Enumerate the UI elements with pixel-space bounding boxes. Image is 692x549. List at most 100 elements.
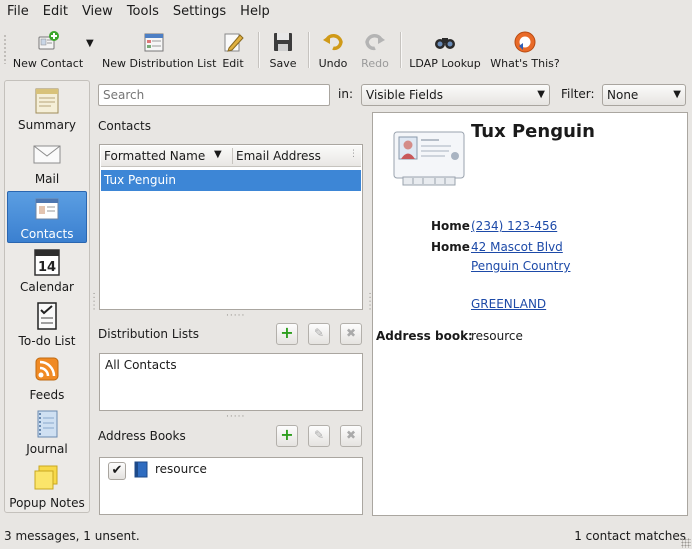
addressbook-label: Address book: <box>376 329 473 343</box>
status-bar: 3 messages, 1 unsent. 1 contact matches <box>0 522 692 549</box>
menu-edit[interactable]: Edit <box>36 0 75 24</box>
summary-icon <box>35 88 59 114</box>
new-contact-dropdown[interactable]: ▼ <box>84 26 98 72</box>
sidebar-item-label: Journal <box>26 442 68 456</box>
sidebar-item-label: Contacts <box>20 227 74 241</box>
address-book-checkbox[interactable]: ✔ <box>108 462 126 480</box>
calendar-icon: 14 <box>34 249 60 276</box>
sidebar-item-calendar[interactable]: 14 Calendar <box>7 245 87 297</box>
addressbook-value: resource <box>471 329 523 343</box>
whats-this-button[interactable]: What's This? <box>490 26 560 72</box>
chevron-down-icon: ▼ <box>86 38 94 49</box>
resize-grip[interactable] <box>681 538 691 548</box>
menu-settings[interactable]: Settings <box>166 0 233 24</box>
toolbar-grip[interactable] <box>4 34 6 64</box>
ldap-lookup-button[interactable]: LDAP Lookup <box>408 26 482 72</box>
new-contact-label: New Contact <box>12 57 84 70</box>
save-button[interactable]: Save <box>266 26 300 72</box>
column-resize-grip[interactable]: ⋮ <box>349 149 358 159</box>
filter-select[interactable]: None ▼ <box>602 84 686 106</box>
journal-icon <box>37 410 58 438</box>
address-book-name: resource <box>155 462 207 476</box>
edit-icon <box>224 33 244 52</box>
search-field-value: Visible Fields <box>366 88 443 102</box>
search-input[interactable] <box>98 84 330 106</box>
menu-help[interactable]: Help <box>233 0 277 24</box>
ldap-lookup-label: LDAP Lookup <box>409 57 481 70</box>
redo-icon <box>365 34 385 51</box>
delete-icon: ✖ <box>345 428 357 442</box>
splitter-handle[interactable]: ····· <box>226 412 245 422</box>
column-separator[interactable] <box>232 148 233 164</box>
toolbar-separator <box>308 32 310 68</box>
edit-distribution-list-button[interactable]: ✎ <box>308 323 330 345</box>
address-line-1[interactable]: 42 Mascot Blvd <box>471 240 563 254</box>
delete-address-book-button[interactable]: ✖ <box>340 425 362 447</box>
sidebar-item-journal[interactable]: Journal <box>7 407 87 459</box>
sidebar-item-popup-notes[interactable]: Popup Notes <box>7 461 87 512</box>
edit-address-book-button[interactable]: ✎ <box>308 425 330 447</box>
phone-label: Home <box>431 219 470 233</box>
new-contact-icon <box>38 31 59 50</box>
new-contact-button[interactable]: New Contact <box>12 26 84 72</box>
contact-card-icon <box>393 131 465 186</box>
splitter-handle[interactable]: ····· <box>226 311 245 321</box>
calendar-day-number: 14 <box>38 260 56 275</box>
table-row[interactable]: Tux Penguin <box>101 170 361 191</box>
undo-icon <box>323 34 343 51</box>
feeds-icon <box>35 357 59 381</box>
list-item[interactable]: All Contacts <box>105 358 177 372</box>
address-books-list[interactable]: ✔ resource <box>99 457 363 515</box>
contacts-section-label: Contacts <box>98 119 151 133</box>
redo-label: Redo <box>361 57 389 70</box>
sidebar-item-label: Mail <box>34 172 60 186</box>
address-label: Home <box>431 240 470 254</box>
address-line-3[interactable]: GREENLAND <box>471 297 546 311</box>
toolbar-separator <box>258 32 260 68</box>
chevron-down-icon: ▼ <box>214 149 222 160</box>
sidebar-splitter-handle[interactable]: ····· <box>88 292 98 311</box>
sidebar-item-mail[interactable]: Mail <box>7 137 87 189</box>
save-icon <box>274 33 292 51</box>
column-formatted-name[interactable]: Formatted Name <box>104 149 205 163</box>
column-email-address[interactable]: Email Address <box>236 149 321 163</box>
menu-view[interactable]: View <box>75 0 120 24</box>
address-line-2[interactable]: Penguin Country <box>471 259 570 273</box>
search-field-select[interactable]: Visible Fields ▼ <box>361 84 550 106</box>
delete-distribution-list-button[interactable]: ✖ <box>340 323 362 345</box>
contacts-list-header: Formatted Name ▼ Email Address ⋮ <box>101 146 361 167</box>
filter-label: Filter: <box>561 87 595 101</box>
component-sidebar: Summary Mail Contacts 14 Calendar To-do … <box>4 80 90 513</box>
redo-button[interactable]: Redo <box>358 26 392 72</box>
sidebar-item-contacts[interactable]: Contacts <box>7 191 87 243</box>
mail-icon <box>33 145 61 164</box>
distribution-list-icon <box>144 33 164 52</box>
menu-file[interactable]: File <box>0 0 36 24</box>
whats-this-label: What's This? <box>490 57 560 70</box>
chevron-down-icon: ▼ <box>537 89 545 100</box>
add-distribution-list-button[interactable]: + <box>276 323 298 345</box>
menu-tools[interactable]: Tools <box>120 0 166 24</box>
edit-button[interactable]: Edit <box>216 26 250 72</box>
checkmark-icon: ✔ <box>111 463 123 478</box>
contacts-list[interactable] <box>99 144 363 310</box>
popup-notes-icon <box>34 465 58 490</box>
new-distribution-list-button[interactable]: New Distribution List <box>102 26 217 72</box>
undo-label: Undo <box>318 57 348 70</box>
status-match-count: 1 contact matches <box>574 529 686 543</box>
phone-link[interactable]: (234) 123-456 <box>471 219 557 233</box>
sidebar-item-label: Summary <box>18 118 76 132</box>
undo-button[interactable]: Undo <box>316 26 350 72</box>
sidebar-item-label: To-do List <box>18 334 76 348</box>
sidebar-item-summary[interactable]: Summary <box>7 83 87 135</box>
add-address-book-button[interactable]: + <box>276 425 298 447</box>
new-distribution-list-label: New Distribution List <box>102 57 217 70</box>
menu-bar: File Edit View Tools Settings Help <box>0 0 692 24</box>
sidebar-item-todo[interactable]: To-do List <box>7 299 87 351</box>
sidebar-item-feeds[interactable]: Feeds <box>7 353 87 405</box>
sidebar-item-label: Popup Notes <box>9 496 85 510</box>
pencil-icon: ✎ <box>313 326 325 340</box>
plus-icon: + <box>280 323 294 342</box>
distribution-lists-list[interactable]: All Contacts <box>99 353 363 411</box>
contacts-icon <box>35 198 59 220</box>
